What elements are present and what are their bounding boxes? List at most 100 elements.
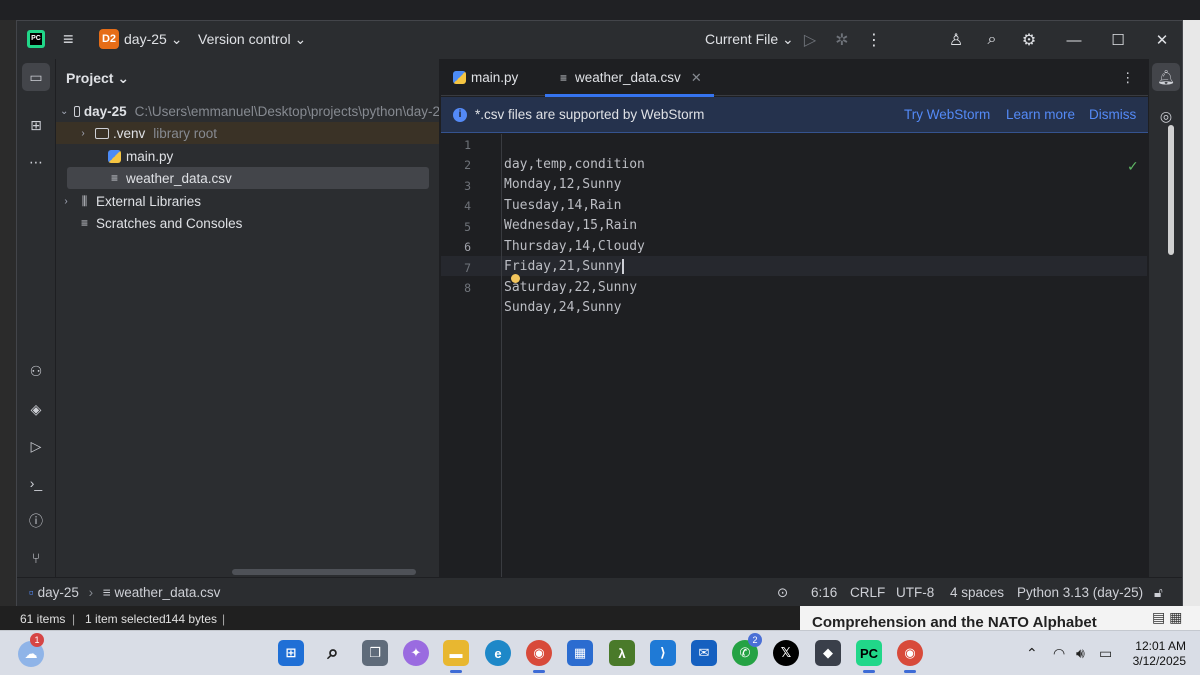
project-panel-title[interactable]: Project ⌄ bbox=[66, 70, 129, 87]
edge-browser-icon[interactable]: e bbox=[485, 640, 511, 666]
outlook-icon[interactable]: ✉ bbox=[691, 640, 717, 666]
inspections-icon[interactable]: ⊙ bbox=[777, 585, 788, 601]
python-console-icon[interactable]: ⚇ bbox=[22, 357, 50, 385]
code-line[interactable]: Tuesday,14,Rain bbox=[504, 198, 621, 213]
explorer-selection: 1 item selected bbox=[85, 612, 166, 626]
close-tab-icon[interactable]: ✕ bbox=[691, 70, 702, 86]
tree-item-label: main.py bbox=[126, 148, 174, 164]
dismiss-link[interactable]: Dismiss bbox=[1089, 107, 1136, 122]
battery-icon[interactable]: ▭ bbox=[1099, 645, 1112, 662]
tree-item-main-py[interactable]: main.py bbox=[56, 145, 439, 167]
tree-item-scratches[interactable]: ≡ Scratches and Consoles bbox=[56, 212, 439, 234]
breadcrumb-file: weather_data.csv bbox=[114, 585, 221, 600]
tab-weather-data-csv[interactable]: ≡ weather_data.csv ✕ bbox=[545, 59, 714, 97]
tree-item-hint: library root bbox=[153, 125, 218, 141]
chrome-browser-icon[interactable]: ◉ bbox=[526, 640, 552, 673]
run-configuration-selector[interactable]: Current File ⌄ bbox=[705, 31, 794, 48]
windows-start-icon[interactable]: ⊞ bbox=[278, 640, 304, 666]
title-bar: ≡ D2 day-25 ⌄ Version control ⌄ Current … bbox=[17, 21, 1182, 59]
more-tools-icon[interactable]: ⋯ bbox=[22, 148, 50, 176]
project-name: day-25 bbox=[124, 31, 167, 47]
terminal-icon[interactable]: ›_ bbox=[22, 469, 50, 497]
close-button[interactable]: ✕ bbox=[1151, 29, 1173, 51]
lambda-app-icon[interactable]: λ bbox=[609, 640, 635, 666]
background-page-heading: Comprehension and the NATO Alphabet bbox=[800, 606, 1200, 630]
structure-icon[interactable]: ⊞ bbox=[22, 111, 50, 139]
code-line[interactable]: Wednesday,15,Rain bbox=[504, 218, 637, 233]
chevron-up-icon[interactable]: ⌃ bbox=[1026, 645, 1038, 662]
tree-item-label: Scratches and Consoles bbox=[96, 215, 243, 231]
main-menu-icon[interactable]: ≡ bbox=[63, 29, 83, 49]
search-icon[interactable]: ⌕ bbox=[320, 640, 346, 666]
layers-icon[interactable]: ◈ bbox=[22, 395, 50, 423]
run-config-label: Current File bbox=[705, 31, 779, 47]
chevron-down-icon: ⌄ bbox=[117, 70, 130, 86]
system-clock[interactable]: 12:01 AM 3/12/2025 bbox=[1126, 639, 1186, 669]
tab-options-icon[interactable]: ⋮ bbox=[1121, 59, 1135, 96]
try-webstorm-link[interactable]: Try WebStorm bbox=[904, 107, 990, 122]
maximize-button[interactable]: ☐ bbox=[1107, 29, 1129, 51]
chevron-down-icon: ⌄ bbox=[170, 31, 183, 47]
code-line[interactable]: Saturday,22,Sunny bbox=[504, 280, 637, 295]
problems-icon[interactable]: ⓘ bbox=[22, 507, 50, 535]
settings-gear-icon[interactable]: ⚙ bbox=[1018, 29, 1040, 51]
tab-main-py[interactable]: main.py bbox=[453, 59, 518, 96]
version-control-menu[interactable]: Version control ⌄ bbox=[198, 31, 306, 48]
run-icon[interactable]: ▷ bbox=[799, 29, 821, 51]
webstorm-notification-banner: i *.csv files are supported by WebStorm … bbox=[441, 97, 1148, 133]
vscode-icon[interactable]: ⟩ bbox=[650, 640, 676, 666]
breadcrumb-project: day-25 bbox=[37, 585, 79, 600]
task-view-icon[interactable]: ❐ bbox=[362, 640, 388, 666]
lock-icon[interactable]: 🔓︎ bbox=[1154, 585, 1163, 601]
breadcrumb[interactable]: ▫ day-25 › ≡ weather_data.csv bbox=[29, 585, 220, 600]
background-left-edge bbox=[0, 20, 16, 630]
line-separator[interactable]: CRLF bbox=[850, 585, 885, 600]
git-branch-icon[interactable]: ⑂ bbox=[22, 544, 50, 572]
notifications-bell-icon[interactable]: 🔔︎ bbox=[1152, 63, 1180, 91]
ai-assistant-icon[interactable]: ◎ bbox=[1152, 102, 1180, 130]
chevron-right-icon: › bbox=[64, 195, 68, 207]
indent-setting[interactable]: 4 spaces bbox=[950, 585, 1004, 600]
tree-item-venv[interactable]: › .venv library root bbox=[56, 122, 439, 144]
learn-more-link[interactable]: Learn more bbox=[1006, 107, 1075, 122]
copilot-icon[interactable]: ✦ bbox=[403, 640, 429, 666]
services-run-icon[interactable]: ▷ bbox=[22, 432, 50, 460]
x-social-icon[interactable]: 𝕏 bbox=[773, 640, 799, 666]
chevron-down-icon: ⌄ bbox=[782, 31, 794, 47]
code-line[interactable]: day,temp,condition bbox=[504, 157, 645, 172]
file-encoding[interactable]: UTF-8 bbox=[896, 585, 934, 600]
pycharm-taskbar-icon[interactable]: PC bbox=[856, 640, 882, 673]
library-icon: ⫼ bbox=[81, 193, 88, 208]
search-icon[interactable]: ⌕ bbox=[981, 29, 1003, 51]
tree-item-external-libraries[interactable]: › ⫼ External Libraries bbox=[56, 190, 439, 212]
more-actions-icon[interactable]: ⋮ bbox=[863, 29, 885, 51]
view-toggle-icons[interactable]: ▤ ▦ bbox=[1150, 606, 1200, 630]
code-line[interactable]: Sunday,24,Sunny bbox=[504, 300, 621, 315]
project-switcher[interactable]: day-25 ⌄ bbox=[124, 31, 182, 48]
tree-item-weather-data-csv[interactable]: ≡ weather_data.csv bbox=[67, 167, 429, 189]
intention-bulb-icon[interactable] bbox=[511, 274, 520, 283]
tree-item-day-25[interactable]: ⌄ day-25 C:\Users\emmanuel\Desktop\proje… bbox=[56, 100, 439, 122]
microsoft-store-icon[interactable]: ▦ bbox=[567, 640, 593, 666]
file-explorer-icon[interactable]: ▬ bbox=[443, 640, 469, 673]
code-line[interactable]: Thursday,14,Cloudy bbox=[504, 239, 645, 254]
code-line[interactable]: Monday,12,Sunny bbox=[504, 177, 621, 192]
volume-icon[interactable]: 🔊︎ bbox=[1076, 645, 1085, 662]
debug-icon[interactable]: ✲ bbox=[831, 29, 853, 51]
project-badge[interactable]: D2 bbox=[99, 29, 119, 49]
text-caret bbox=[622, 259, 624, 274]
vpn-shield-icon[interactable]: ◆ bbox=[815, 640, 841, 666]
python-interpreter[interactable]: Python 3.13 (day-25) bbox=[1017, 585, 1143, 600]
vcs-label: Version control bbox=[198, 31, 291, 47]
chrome-profile-icon[interactable]: ◉ bbox=[897, 640, 923, 673]
add-user-icon[interactable]: ♙ bbox=[945, 29, 967, 51]
no-problems-check-icon[interactable]: ✓ bbox=[1127, 158, 1139, 175]
project-folder-icon[interactable]: ▭ bbox=[22, 63, 50, 91]
minimize-button[interactable]: — bbox=[1063, 29, 1085, 51]
caret-position[interactable]: 6:16 bbox=[811, 585, 837, 600]
chevron-down-icon: ⌄ bbox=[294, 31, 307, 47]
wifi-icon[interactable]: ◠ bbox=[1053, 645, 1065, 662]
editor-vertical-scrollbar[interactable] bbox=[1168, 125, 1174, 255]
horizontal-scrollbar[interactable] bbox=[232, 569, 416, 575]
code-line-current[interactable]: Friday,21,Sunny bbox=[504, 259, 624, 274]
